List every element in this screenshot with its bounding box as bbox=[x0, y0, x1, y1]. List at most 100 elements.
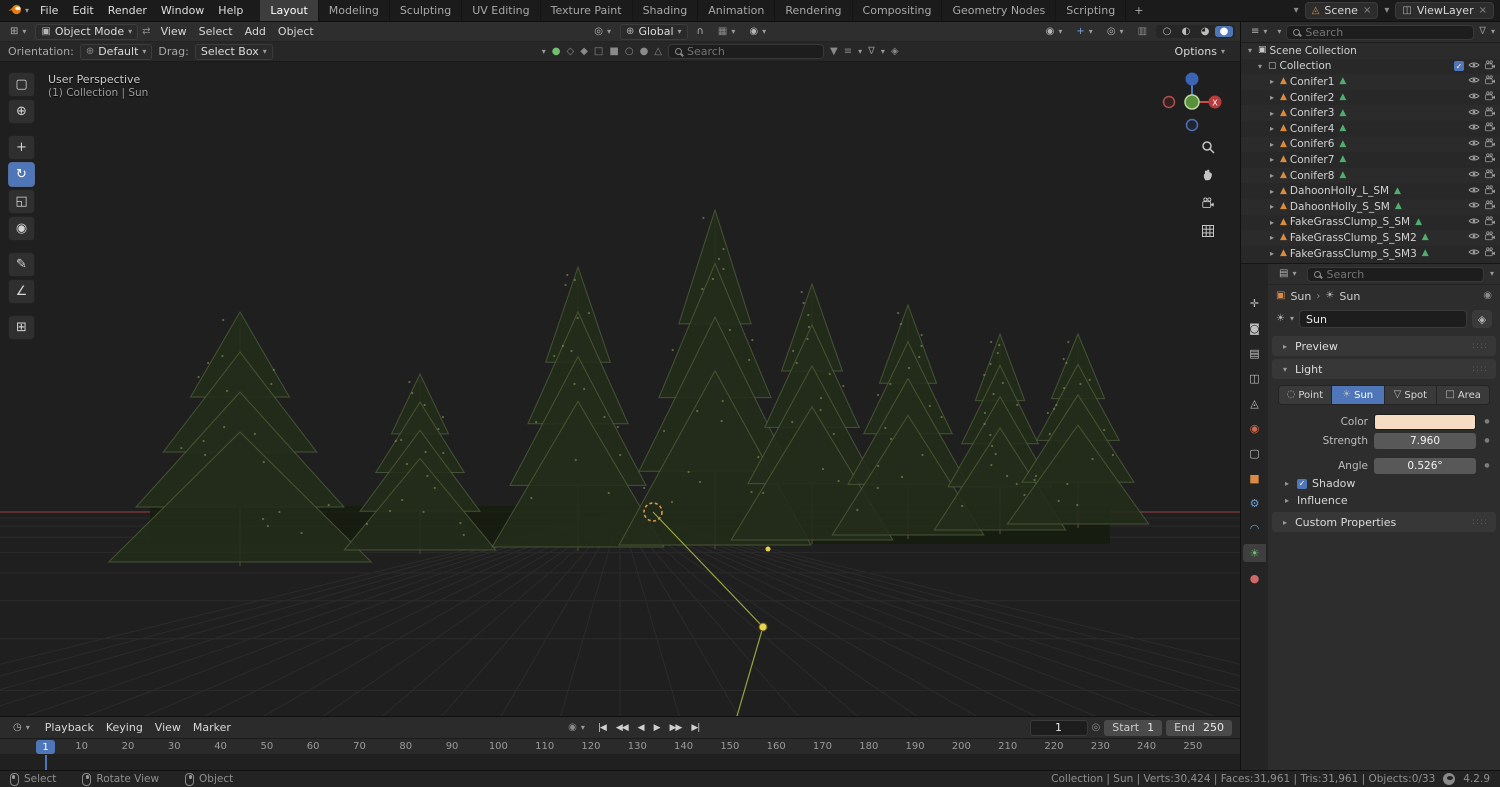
annotate-tool[interactable]: ✎ bbox=[8, 252, 35, 277]
hide-in-viewport-icon[interactable] bbox=[1468, 230, 1480, 245]
expand-icon[interactable]: ▸ bbox=[1267, 140, 1277, 149]
viewlayer-browse-icon[interactable]: ▾ bbox=[1384, 5, 1389, 16]
fake-user-shield-icon[interactable]: ◈ bbox=[1472, 310, 1492, 328]
workspace-tab-layout[interactable]: Layout bbox=[260, 0, 319, 21]
unlink-scene-icon[interactable]: × bbox=[1363, 5, 1371, 16]
workspace-tab-scripting[interactable]: Scripting bbox=[1056, 0, 1127, 21]
menu-help[interactable]: Help bbox=[211, 2, 250, 19]
bookmark-icon[interactable]: ▼ bbox=[830, 46, 838, 57]
disable-in-renders-icon[interactable] bbox=[1484, 184, 1496, 199]
disable-in-renders-icon[interactable] bbox=[1484, 59, 1496, 74]
light-name-input[interactable] bbox=[1305, 312, 1460, 326]
disable-in-renders-icon[interactable] bbox=[1484, 152, 1496, 167]
object-data-tab-icon[interactable]: ☀ bbox=[1243, 544, 1266, 562]
3d-viewport[interactable]: User Perspective (1) Collection | Sun ▢ ⊕… bbox=[0, 62, 1240, 716]
frame-start-field[interactable]: Start 1 bbox=[1104, 719, 1163, 736]
scene-browse-icon[interactable]: ▾ bbox=[1294, 5, 1299, 16]
object-visibility-button[interactable]: ◉ ▾ bbox=[1041, 26, 1068, 38]
viewport-menu-object[interactable]: Object bbox=[272, 24, 320, 39]
shading-solid-button[interactable]: ◐ bbox=[1177, 26, 1195, 37]
overlays-button[interactable]: ◎ ▾ bbox=[1102, 26, 1129, 38]
workspace-tab-sculpting[interactable]: Sculpting bbox=[390, 0, 463, 21]
physics-tab-icon[interactable]: ◠ bbox=[1243, 519, 1266, 537]
expand-icon[interactable]: ▸ bbox=[1267, 249, 1277, 258]
light-name-field[interactable] bbox=[1298, 310, 1467, 328]
disable-in-renders-icon[interactable] bbox=[1484, 106, 1496, 121]
viewport-menu-view[interactable]: View bbox=[155, 24, 193, 39]
hide-in-viewport-icon[interactable] bbox=[1468, 215, 1480, 230]
pivot-point-button[interactable]: ◎ ▾ bbox=[589, 26, 616, 38]
menu-file[interactable]: File bbox=[33, 2, 65, 19]
shadow-checkbox[interactable]: ✓ bbox=[1297, 478, 1307, 489]
object-tab-icon[interactable]: ■ bbox=[1243, 469, 1266, 487]
header-toggle-icon-1[interactable]: ◇ bbox=[567, 46, 575, 57]
light-panel-header[interactable]: ▾ Light :::: bbox=[1272, 359, 1496, 379]
material-preview-sphere-icon[interactable]: ● bbox=[552, 46, 561, 57]
add-workspace-button[interactable]: + bbox=[1126, 0, 1151, 21]
select-box-tool[interactable]: ▢ bbox=[8, 72, 35, 97]
expand-icon[interactable]: ▸ bbox=[1267, 187, 1277, 196]
orientation-setting-dropdown[interactable]: ⊕ Default ▾ bbox=[79, 43, 153, 60]
menu-window[interactable]: Window bbox=[154, 2, 211, 19]
pin-icon[interactable]: ◉ bbox=[1483, 291, 1492, 301]
proportional-editing-toggle[interactable]: ◉ ▾ bbox=[744, 26, 771, 38]
disable-in-renders-icon[interactable] bbox=[1484, 90, 1496, 105]
play-button[interactable]: ▶ bbox=[650, 723, 664, 733]
scene-tab-icon[interactable]: ◬ bbox=[1243, 394, 1266, 412]
jump-to-start-button[interactable]: |◀ bbox=[594, 723, 610, 733]
hide-in-viewport-icon[interactable] bbox=[1468, 184, 1480, 199]
timeline-menu-view[interactable]: View bbox=[149, 720, 187, 735]
jump-to-end-button[interactable]: ▶| bbox=[687, 723, 703, 733]
outliner-search-input[interactable] bbox=[1305, 25, 1468, 39]
scene-selector[interactable]: ◬ Scene × bbox=[1304, 2, 1379, 19]
header-search[interactable] bbox=[668, 44, 824, 59]
menu-render[interactable]: Render bbox=[101, 2, 154, 19]
disable-in-renders-icon[interactable] bbox=[1484, 121, 1496, 136]
current-frame-field[interactable] bbox=[1029, 719, 1088, 736]
material-tab-icon[interactable]: ● bbox=[1243, 569, 1266, 587]
move-tool[interactable]: + bbox=[8, 135, 35, 160]
xray-toggle[interactable]: ▥ bbox=[1133, 26, 1152, 38]
cursor-tool[interactable]: ⊕ bbox=[8, 99, 35, 124]
camera-view-icon[interactable] bbox=[1197, 192, 1219, 214]
filter-caret-icon[interactable]: ▾ bbox=[881, 47, 885, 56]
header-dropdown-icon[interactable]: ▾ bbox=[542, 47, 546, 56]
timeline-menu-keying[interactable]: Keying bbox=[100, 720, 149, 735]
timeline-ruler[interactable]: 1 10 20 30 40 50 60 70 80 90 100 110 120 130 140 150 16… bbox=[0, 739, 1240, 755]
disable-in-renders-icon[interactable] bbox=[1484, 246, 1496, 261]
expand-icon[interactable]: ▸ bbox=[1267, 77, 1277, 86]
play-reverse-button[interactable]: ◀ bbox=[634, 723, 648, 733]
timeline-track[interactable] bbox=[0, 755, 1240, 770]
viewport-menu-add[interactable]: Add bbox=[239, 24, 272, 39]
influence-subpanel-header[interactable]: ▸ Influence bbox=[1268, 492, 1500, 509]
workspace-tab-shading[interactable]: Shading bbox=[633, 0, 699, 21]
timeline-menu-playback[interactable]: Playback bbox=[39, 720, 100, 735]
shading-wireframe-button[interactable]: ○ bbox=[1158, 26, 1176, 37]
ortho-grid-icon[interactable] bbox=[1197, 220, 1219, 242]
navigation-gizmo[interactable]: X bbox=[1160, 68, 1224, 135]
jump-to-prev-keyframe-button[interactable]: ◀◀ bbox=[612, 723, 632, 733]
hide-in-viewport-icon[interactable] bbox=[1468, 199, 1480, 214]
header-toggle-icon-2[interactable]: ◆ bbox=[580, 46, 588, 57]
hide-in-viewport-icon[interactable] bbox=[1468, 168, 1480, 183]
outliner-item-conifer1[interactable]: ▸ ▲ Conifer1 ▲ bbox=[1241, 74, 1500, 90]
snap-toggle[interactable]: ∩ bbox=[692, 26, 709, 38]
header-search-input[interactable] bbox=[687, 45, 817, 58]
outliner-item-conifer6[interactable]: ▸ ▲ Conifer6 ▲ bbox=[1241, 136, 1500, 153]
snap-settings-button[interactable]: ▦ ▾ bbox=[713, 26, 740, 38]
options-button[interactable]: Options ▾ bbox=[1168, 44, 1232, 59]
expand-icon[interactable]: ▸ bbox=[1267, 124, 1277, 133]
outliner-item-fakegrassclump-s-sm3[interactable]: ▸ ▲ FakeGrassClump_S_SM3 ▲ bbox=[1241, 246, 1500, 262]
expand-icon[interactable]: ▸ bbox=[1267, 218, 1277, 227]
keying-set-icon[interactable]: ◎ bbox=[1092, 722, 1101, 733]
light-type-sun-button[interactable]: ☀ Sun bbox=[1331, 386, 1385, 404]
shield-icon[interactable]: ◈ bbox=[891, 46, 899, 57]
add-cube-tool[interactable]: ⊞ bbox=[8, 315, 35, 340]
angle-field[interactable]: 0.526° bbox=[1374, 457, 1476, 474]
animate-dot-icon[interactable]: ● bbox=[1482, 462, 1492, 469]
workspace-tab-texture-paint[interactable]: Texture Paint bbox=[541, 0, 633, 21]
collection-checkbox[interactable]: ✓ bbox=[1454, 61, 1464, 72]
properties-editor-type-button[interactable]: ▤ ▾ bbox=[1274, 268, 1301, 280]
menu-edit[interactable]: Edit bbox=[65, 2, 100, 19]
disable-in-renders-icon[interactable] bbox=[1484, 74, 1496, 89]
